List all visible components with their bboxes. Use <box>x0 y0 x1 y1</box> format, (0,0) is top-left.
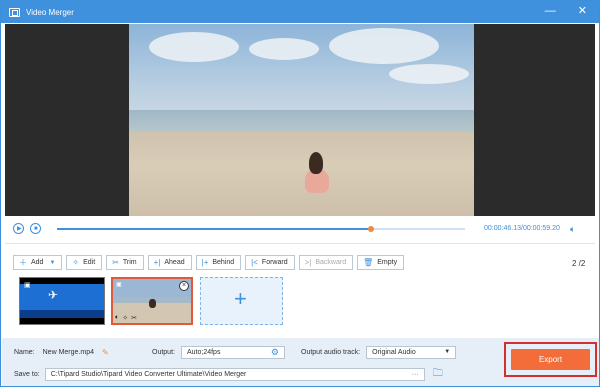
ahead-button[interactable]: +| Ahead <box>147 255 192 270</box>
chevron-down-icon: ▼ <box>444 349 451 355</box>
clip-thumbnail[interactable]: ▣ ✈ <box>19 277 105 325</box>
ahead-label: Ahead <box>164 259 185 266</box>
divider <box>5 243 595 244</box>
empty-button[interactable]: 🗑︎ Empty <box>357 255 405 270</box>
audio-track-select[interactable]: Original Audio ▼ <box>366 345 457 359</box>
browse-button[interactable]: ··· <box>412 371 419 378</box>
ahead-icon: +| <box>153 258 161 267</box>
film-icon: ▣ <box>116 282 122 288</box>
behind-button[interactable]: |+ Behind <box>195 255 242 270</box>
output-row: Output: Auto;24fps ⚙ <box>152 345 285 359</box>
forward-icon: |< <box>251 258 258 267</box>
volume-icon[interactable]: 🔈︎ <box>570 224 575 235</box>
backward-button[interactable]: >| Backward <box>298 255 354 270</box>
stop-icon: ■ <box>34 226 38 232</box>
plus-icon: + <box>234 286 247 311</box>
forward-label: Forward <box>261 259 288 266</box>
play-button[interactable]: ▶ <box>13 223 24 234</box>
export-highlight: Export <box>504 342 597 377</box>
trim-button[interactable]: ✂ Trim <box>106 255 144 270</box>
output-format-field[interactable]: Auto;24fps ⚙ <box>180 345 285 359</box>
output-label: Output: <box>152 348 175 356</box>
trim-label: Trim <box>122 259 137 266</box>
window-title: Video Merger <box>26 7 74 17</box>
play-icon: ▶ <box>17 226 22 232</box>
audio-icon[interactable]: 🔈︎ <box>115 314 119 322</box>
page-counter: 2 /2 <box>572 259 586 268</box>
stop-button[interactable]: ■ <box>30 223 41 234</box>
video-merger-window: Video Merger — ✕ ▶ ■ 00:00:46.13/00:00:5… <box>0 0 600 387</box>
time-display: 00:00:46.13/00:00:59.20 <box>484 225 560 232</box>
playback-controls: ▶ ■ 00:00:46.13/00:00:59.20 🔈︎ <box>13 221 593 237</box>
folder-icon[interactable]: 🗀 <box>433 366 443 383</box>
gear-icon[interactable]: ⚙ <box>271 347 279 358</box>
audio-track-row: Output audio track: Original Audio ▼ <box>301 345 457 359</box>
empty-label: Empty <box>377 259 398 266</box>
timeline-slider[interactable] <box>57 226 465 232</box>
save-row: Save to: C:\Tipard Studio\Tipard Video C… <box>14 367 443 381</box>
film-icon: ▣ <box>24 282 31 289</box>
app-icon <box>9 7 20 17</box>
behind-icon: |+ <box>201 258 209 267</box>
output-format-value: Auto;24fps <box>186 348 221 356</box>
add-clip-tile[interactable]: + <box>200 277 283 325</box>
backward-label: Backward <box>315 259 347 266</box>
edit-button[interactable]: ✧ Edit <box>66 255 103 270</box>
chevron-down-icon[interactable]: ▼ <box>49 260 55 266</box>
edit-label: Edit <box>83 259 96 266</box>
clip-toolbar: ＋ Add ▼ ✧ Edit ✂ Trim +| Ahead |+ Behind |< For… <box>13 255 405 270</box>
video-preview <box>5 24 595 216</box>
clip-thumbnail-selected[interactable]: ▣ × 🔈︎ ✧ ✂ <box>111 277 193 325</box>
name-value: New Merge.mp4 <box>42 348 94 356</box>
close-button[interactable]: ✕ <box>578 5 587 18</box>
add-button[interactable]: ＋ Add ▼ <box>13 255 63 270</box>
add-label: Add <box>31 259 44 266</box>
plus-icon: ＋ <box>19 258 27 267</box>
audio-track-label: Output audio track: <box>301 348 361 356</box>
backward-icon: >| <box>304 258 312 267</box>
video-frame <box>129 24 474 216</box>
title-bar: Video Merger — ✕ <box>1 1 599 23</box>
forward-button[interactable]: |< Forward <box>245 255 295 270</box>
scissors-icon[interactable]: ✂ <box>131 314 137 322</box>
save-to-label: Save to: <box>14 370 40 378</box>
scissors-icon: ✂ <box>112 258 119 267</box>
save-path-value: C:\Tipard Studio\Tipard Video Converter … <box>50 370 247 378</box>
remove-clip-icon[interactable]: × <box>179 281 189 291</box>
total-time: 00:00:59.20 <box>522 225 560 232</box>
edit-icon: ✧ <box>72 258 80 267</box>
pencil-icon[interactable]: ✎ <box>102 348 109 357</box>
trash-icon: 🗑︎ <box>363 258 374 267</box>
save-path-field[interactable]: C:\Tipard Studio\Tipard Video Converter … <box>44 367 425 381</box>
audio-track-value: Original Audio <box>372 348 416 356</box>
current-time: 00:00:46.13 <box>484 225 521 232</box>
timeline-knob[interactable] <box>368 226 375 232</box>
minimize-button[interactable]: — <box>545 5 556 18</box>
name-label: Name: <box>14 348 35 356</box>
edit-icon[interactable]: ✧ <box>122 314 128 322</box>
airplane-icon: ✈ <box>48 288 59 302</box>
name-row: Name: New Merge.mp4 ✎ <box>14 345 109 359</box>
behind-label: Behind <box>212 259 235 266</box>
export-button[interactable]: Export <box>511 349 590 370</box>
